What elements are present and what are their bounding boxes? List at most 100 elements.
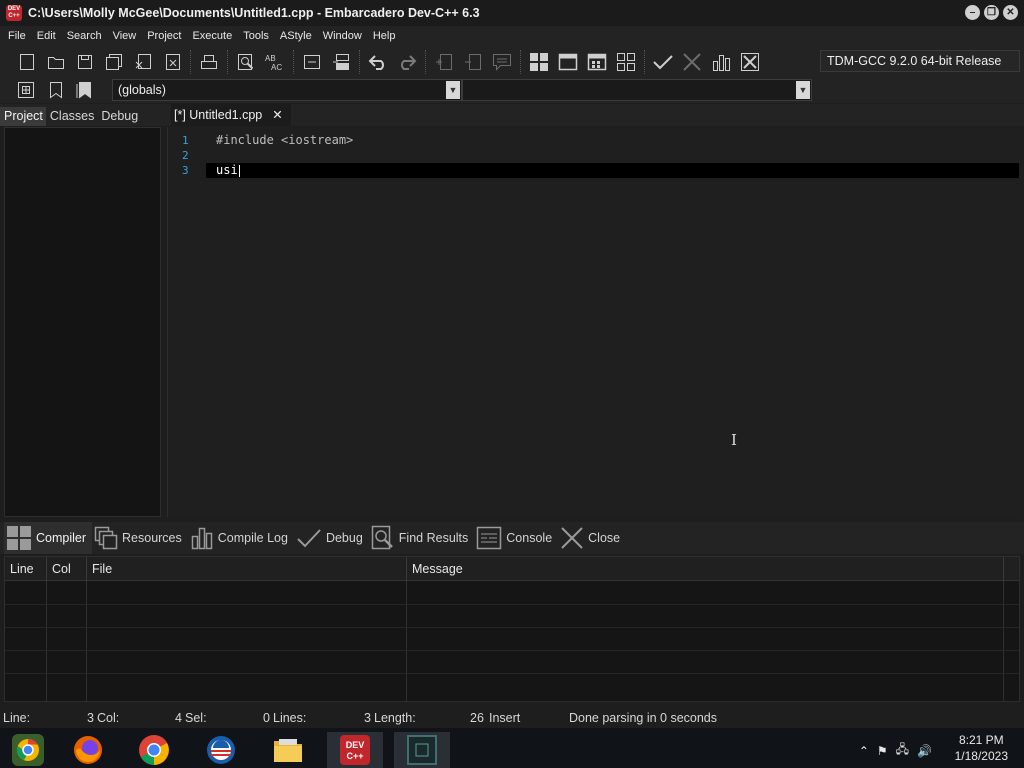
- menu-search[interactable]: Search: [63, 30, 109, 42]
- code-editor[interactable]: 1 2 3 #include <iostream> usi I: [167, 127, 1020, 517]
- grid-icon: [7, 526, 31, 550]
- tab-console-label: Console: [506, 531, 553, 545]
- line-number-gutter: [168, 127, 206, 517]
- line-number: 2: [182, 149, 189, 162]
- run-icon[interactable]: [555, 49, 581, 75]
- flag-icon[interactable]: ⚑: [877, 744, 888, 758]
- toolbar-separator: [293, 49, 297, 74]
- tab-classes[interactable]: Classes: [46, 109, 97, 126]
- open-folder-icon[interactable]: [43, 49, 69, 75]
- project-tree[interactable]: [4, 127, 161, 517]
- tab-compile-log[interactable]: Compile Log: [188, 522, 294, 554]
- new-project-icon[interactable]: [431, 49, 457, 75]
- menu-project[interactable]: Project: [143, 30, 188, 42]
- menu-help[interactable]: Help: [369, 30, 403, 42]
- close-all-icon[interactable]: [159, 49, 185, 75]
- compile-icon[interactable]: [526, 49, 552, 75]
- svg-text:C++: C++: [346, 751, 363, 761]
- profile-icon[interactable]: [708, 49, 734, 75]
- menu-edit[interactable]: Edit: [33, 30, 63, 42]
- column-col[interactable]: Col: [47, 557, 87, 581]
- app-circle-icon[interactable]: [193, 732, 249, 768]
- delete-profile-icon[interactable]: [737, 49, 763, 75]
- tab-close-label: Close: [588, 531, 621, 545]
- network-icon[interactable]: 🖧: [896, 740, 909, 761]
- chrome-icon[interactable]: [126, 732, 182, 768]
- menu-window[interactable]: Window: [319, 30, 369, 42]
- devcpp-icon[interactable]: DEV C++: [327, 732, 383, 768]
- column-file[interactable]: File: [87, 557, 407, 581]
- menu-astyle[interactable]: AStyle: [276, 30, 319, 42]
- stop-execution-icon[interactable]: [679, 49, 705, 75]
- tab-compiler[interactable]: Compiler: [4, 522, 93, 554]
- print-icon[interactable]: [196, 49, 222, 75]
- comment-icon[interactable]: [489, 49, 515, 75]
- close-file-icon[interactable]: [130, 49, 156, 75]
- indent-icon[interactable]: [299, 49, 325, 75]
- class-toolbar: (globals) ▼ ▼: [0, 77, 1024, 103]
- menu-tools[interactable]: Tools: [239, 30, 276, 42]
- tab-close[interactable]: Close: [558, 522, 626, 554]
- goto-bookmark-icon[interactable]: [72, 79, 96, 101]
- terminal-icon[interactable]: [394, 732, 450, 768]
- menu-view[interactable]: View: [109, 30, 144, 42]
- compiler-select[interactable]: TDM-GCC 9.2.0 64-bit Release: [820, 50, 1020, 72]
- status-length-label: Length:: [374, 711, 416, 725]
- tab-resources[interactable]: Resources: [92, 522, 188, 554]
- row-divider: [5, 604, 1019, 605]
- ibeam-cursor-icon: I: [731, 431, 737, 449]
- remove-project-icon[interactable]: [460, 49, 486, 75]
- redo-icon[interactable]: [394, 49, 420, 75]
- scope-select[interactable]: (globals) ▼: [112, 79, 462, 101]
- tab-find-results[interactable]: Find Results: [369, 522, 474, 554]
- devcpp-app-icon[interactable]: DEV C++: [6, 5, 22, 21]
- firefox-icon[interactable]: [60, 732, 116, 768]
- replace-icon[interactable]: AB AC: [262, 49, 288, 75]
- column-message[interactable]: Message: [407, 557, 1004, 581]
- tab-untitled1[interactable]: [*] Untitled1.cpp ✕: [171, 104, 291, 126]
- save-icon[interactable]: [72, 49, 98, 75]
- save-all-icon[interactable]: [101, 49, 127, 75]
- status-line-label: Line:: [3, 711, 31, 725]
- new-file-icon[interactable]: [14, 49, 40, 75]
- file-explorer-icon[interactable]: [260, 732, 316, 768]
- column-line[interactable]: Line: [5, 557, 47, 581]
- status-message: Done parsing in 0 seconds: [569, 711, 718, 725]
- rebuild-icon[interactable]: [613, 49, 639, 75]
- window-title: C:\Users\Molly McGee\Documents\Untitled1…: [28, 6, 480, 20]
- close-tab-icon[interactable]: ✕: [272, 104, 282, 126]
- tab-debug[interactable]: Debug: [97, 109, 141, 126]
- tab-debug-output[interactable]: Debug: [294, 522, 369, 554]
- find-icon[interactable]: [233, 49, 259, 75]
- restore-icon[interactable]: ❐: [984, 5, 999, 20]
- status-bar: Line: 3 Col: 4 Sel: 0 Lines: 3 Length: 2…: [0, 708, 1024, 728]
- chevron-down-icon[interactable]: ▼: [796, 81, 810, 99]
- tab-project[interactable]: Project: [0, 107, 46, 126]
- undo-icon[interactable]: [365, 49, 391, 75]
- tab-console[interactable]: Console: [474, 522, 558, 554]
- minimize-icon[interactable]: –: [965, 5, 980, 20]
- system-clock[interactable]: 8:21 PM 1/18/2023: [955, 732, 1008, 764]
- compiler-results-table[interactable]: Line Col File Message: [4, 556, 1020, 702]
- chrome-canary-icon[interactable]: [0, 732, 56, 768]
- editor-tabs: [*] Untitled1.cpp ✕: [165, 104, 1024, 126]
- column-divider: [87, 581, 407, 701]
- compile-run-icon[interactable]: [584, 49, 610, 75]
- status-sel-value: 0: [263, 711, 270, 725]
- menu-execute[interactable]: Execute: [188, 30, 239, 42]
- menu-file[interactable]: File: [4, 30, 33, 42]
- unindent-icon[interactable]: [328, 49, 354, 75]
- window-controls: – ❐ ✕: [965, 5, 1018, 20]
- chevron-up-icon[interactable]: ⌃: [859, 744, 869, 758]
- status-sel-label: Sel:: [185, 711, 207, 725]
- members-select[interactable]: ▼: [462, 79, 812, 101]
- toggle-bookmark-icon[interactable]: [44, 79, 68, 101]
- close-icon[interactable]: ✕: [1003, 5, 1018, 20]
- code-line-current: usi: [216, 163, 240, 177]
- status-lines-value: 3: [364, 711, 371, 725]
- syntax-check-icon[interactable]: [650, 49, 676, 75]
- resources-icon: [94, 526, 118, 550]
- insert-code-icon[interactable]: [14, 79, 38, 101]
- chevron-down-icon[interactable]: ▼: [446, 81, 460, 99]
- volume-icon[interactable]: 🔊: [917, 744, 932, 758]
